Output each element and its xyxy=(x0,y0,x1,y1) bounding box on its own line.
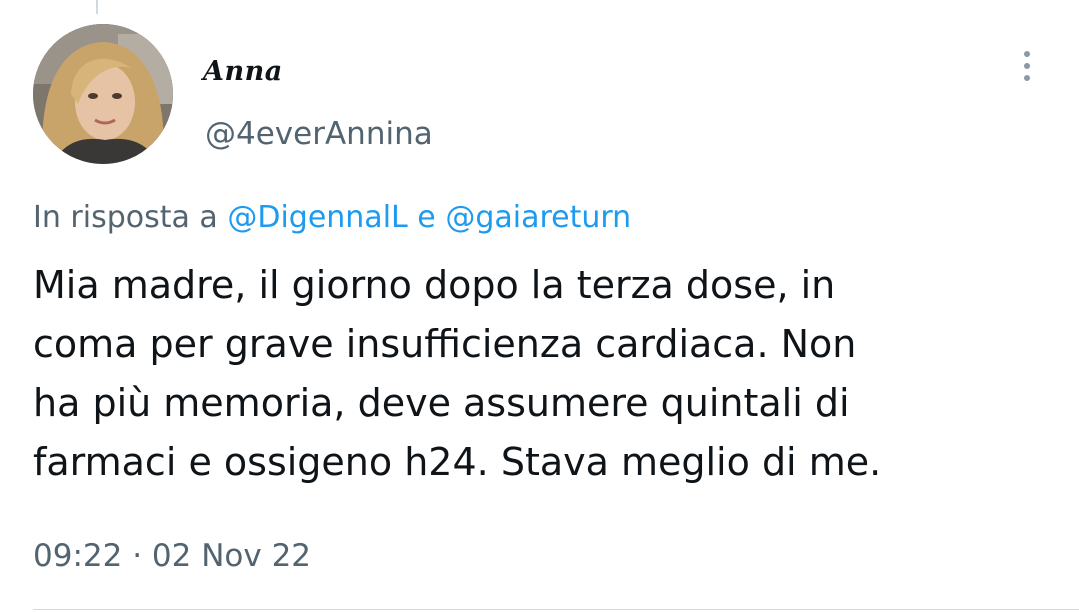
more-options-button[interactable] xyxy=(1008,42,1046,90)
divider xyxy=(33,609,1079,610)
avatar-photo xyxy=(33,24,173,164)
avatar[interactable] xyxy=(33,24,173,164)
tweet-text-line: Mia madre, il giorno dopo la terza dose,… xyxy=(33,263,836,307)
author-handle[interactable]: @4everAnnina xyxy=(205,112,433,156)
reply-connector: e xyxy=(417,200,436,235)
reply-mention-1[interactable]: @DigennalL xyxy=(227,200,407,235)
more-vertical-icon xyxy=(1024,51,1030,57)
thread-connector-line xyxy=(96,0,98,14)
reply-context: In risposta a @DigennalL e @gaiareturn xyxy=(33,196,631,240)
timestamp-time: 09:22 xyxy=(33,538,123,574)
tweet-text-line: coma per grave insufficienza cardiaca. N… xyxy=(33,322,857,366)
reply-prefix: In risposta a xyxy=(33,200,218,235)
tweet-text-line: farmaci e ossigeno h24. Stava meglio di … xyxy=(33,440,882,484)
timestamp-date: 02 Nov 22 xyxy=(151,538,312,574)
timestamp-separator: · xyxy=(132,538,143,574)
more-vertical-icon-dot xyxy=(1024,63,1030,69)
tweet-timestamp[interactable]: 09:22 · 02 Nov 22 xyxy=(33,534,311,578)
more-vertical-icon-dot xyxy=(1024,75,1030,81)
author-display-name[interactable]: Anna xyxy=(203,52,283,92)
reply-mention-2[interactable]: @gaiareturn xyxy=(445,200,631,235)
tweet-text-line: ha più memoria, deve assumere quintali d… xyxy=(33,381,850,425)
tweet-text: Mia madre, il giorno dopo la terza dose,… xyxy=(33,256,1043,492)
